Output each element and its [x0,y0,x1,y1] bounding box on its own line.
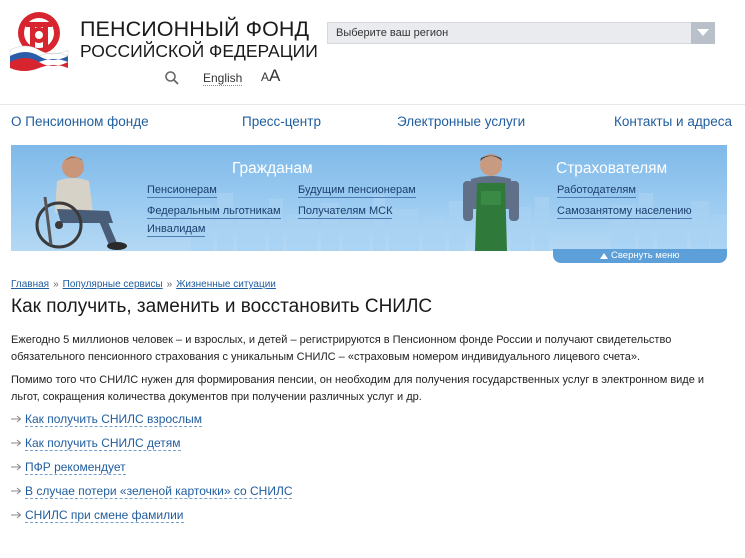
breadcrumb-popular-services[interactable]: Популярные сервисы [63,279,163,290]
org-name-line1: ПЕНСИОННЫЙ ФОНД [80,17,310,41]
collapse-menu-button[interactable]: Свернуть меню [553,249,727,263]
region-select-value: Выберите ваш регион [336,27,449,39]
nav-contacts[interactable]: Контакты и адреса [614,114,732,129]
purpose-paragraph: Помимо того что СНИЛС нужен для формиров… [11,374,705,403]
font-small-label: A [261,70,270,84]
region-select[interactable]: Выберите ваш регион [327,22,715,44]
banner-link-future-pensioners[interactable]: Будущим пенсионерам [298,184,416,198]
banner-link-msk-recipients[interactable]: Получателям МСК [298,205,393,219]
nav-electronic-services[interactable]: Электронные услуги [397,114,525,129]
link-surname-change[interactable]: СНИЛС при смене фамилии [25,508,184,523]
font-big-label: A [269,66,281,85]
font-size-toggle[interactable]: AA [261,66,280,86]
main-nav: О Пенсионном фонде Пресс-центр Электронн… [0,104,745,140]
link-pfr-recommends[interactable]: ПФР рекомендует [25,460,126,475]
breadcrumb-separator: » [53,279,59,290]
pfr-logo-icon[interactable] [8,10,70,72]
english-link[interactable]: English [203,71,243,86]
chevron-down-icon [697,29,709,36]
wheelchair-user-illustration [35,156,127,250]
site-header: ПЕНСИОННЫЙ ФОНД РОССИЙСКОЙ ФЕДЕРАЦИИ Eng… [0,0,745,100]
triangle-up-icon [600,253,608,259]
intro-paragraph: Ежегодно 5 миллионов человек – и взрослы… [11,334,672,363]
arrow-right-icon [11,463,22,471]
breadcrumb-life-situations[interactable]: Жизненные ситуации [176,279,276,290]
link-snils-children[interactable]: Как получить СНИЛС детям [25,436,181,451]
region-select-toggle[interactable] [691,22,715,44]
breadcrumb-separator: » [166,279,173,290]
banner-link-disabled[interactable]: Инвалидам [147,223,206,237]
collapse-menu-label: Свернуть меню [611,250,680,261]
nav-press-center[interactable]: Пресс-центр [242,114,321,129]
banner-link-self-employed[interactable]: Самозанятому населению [557,205,692,219]
banner-title-citizens: Гражданам [232,160,313,177]
org-name[interactable]: ПЕНСИОННЫЙ ФОНД РОССИЙСКОЙ ФЕДЕРАЦИИ [80,18,318,62]
arrow-right-icon [11,415,22,423]
org-name-line2: РОССИЙСКОЙ ФЕДЕРАЦИИ [80,41,318,61]
arrow-right-icon [11,487,22,495]
audience-banner: Гражданам Страхователям Пенсионерам Буду… [11,145,727,251]
banner-title-insurers: Страхователям [556,160,668,177]
nav-about[interactable]: О Пенсионном фонде [11,114,149,129]
search-icon[interactable] [164,70,180,86]
arrow-right-icon [11,439,22,447]
banner-link-federal-beneficiaries[interactable]: Федеральным льготникам [147,205,281,219]
breadcrumb-home[interactable]: Главная [11,279,49,290]
link-snils-adults[interactable]: Как получить СНИЛС взрослым [25,412,202,427]
page-title: Как получить, заменить и восстановить СН… [11,296,433,317]
link-lost-green-card[interactable]: В случае потери «зеленой карточки» со СН… [25,484,293,499]
worker-illustration [463,154,519,251]
breadcrumb: Главная» Популярные сервисы» Жизненные сит… [11,279,276,290]
banner-link-employers[interactable]: Работодателям [557,184,636,198]
banner-link-pensioners[interactable]: Пенсионерам [147,184,217,198]
arrow-right-icon [11,511,22,519]
